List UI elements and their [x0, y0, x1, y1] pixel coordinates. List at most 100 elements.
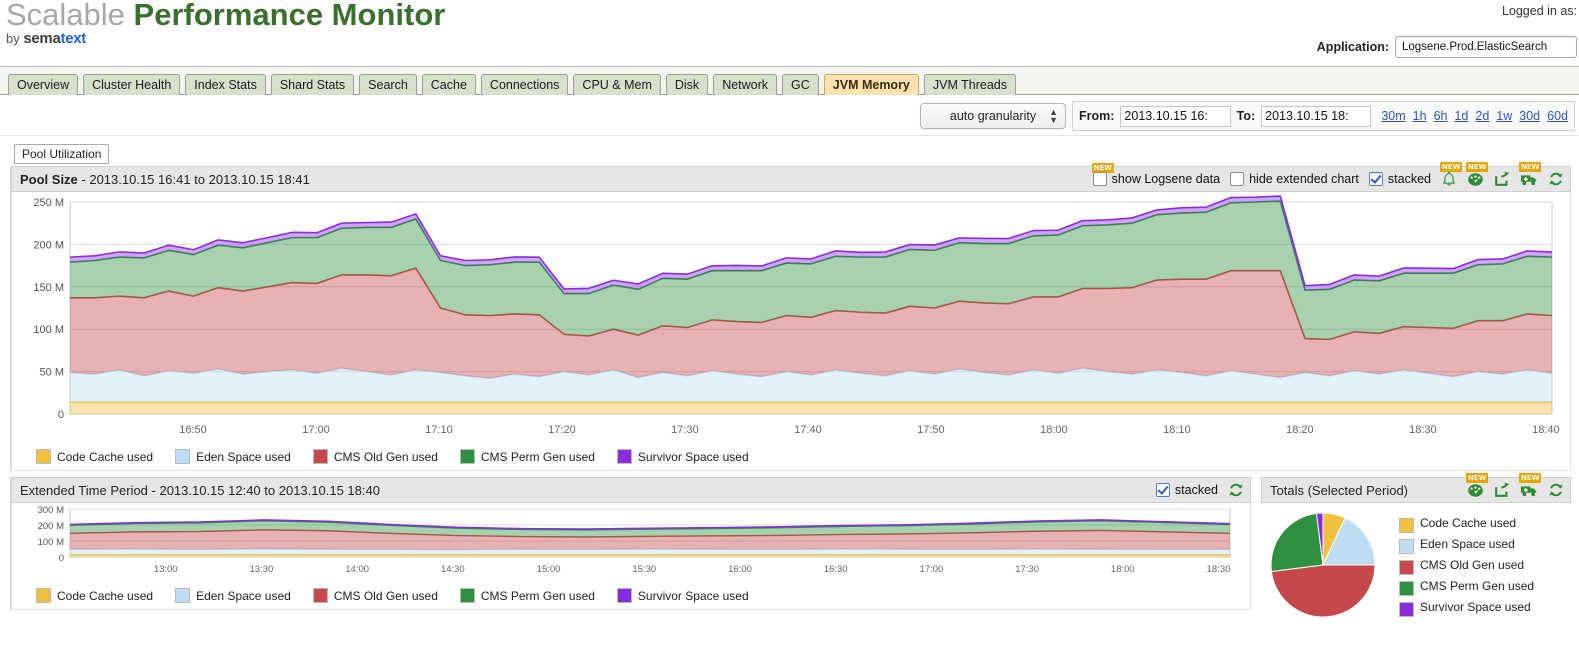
legend-label: Survivor Space used: [637, 588, 749, 603]
pool-size-title-range: - 2013.10.15 16:41 to 2013.10.15 18:41: [77, 171, 310, 187]
tab-network[interactable]: Network: [713, 74, 778, 95]
pool-size-title: Pool Size - 2013.10.15 16:41 to 2013.10.…: [20, 172, 310, 187]
stacked-checkbox[interactable]: stacked: [1368, 172, 1431, 186]
legend-swatch: [36, 588, 51, 603]
main-legend-item[interactable]: Survivor Space used: [616, 449, 749, 464]
pool-size-legend: Code Cache used Eden Space used CMS Old Ge…: [12, 443, 1570, 470]
tab-cpu-mem[interactable]: CPU & Mem: [573, 74, 661, 95]
quick-range-1d[interactable]: 1d: [1454, 109, 1468, 123]
legend-label: CMS Old Gen used: [1420, 558, 1525, 572]
extended-chart[interactable]: 0 100 M 200 M 300 M 13:00 13:30 14:00 14:30 15:0…: [12, 503, 1240, 579]
refresh-button[interactable]: [1548, 171, 1564, 187]
totals-panel-controls: NEW NEW: [1466, 473, 1564, 498]
y-axis-tick: 100 M: [38, 537, 64, 548]
x-axis-tick: 17:50: [917, 424, 945, 436]
y-axis-tick: 50 M: [40, 367, 64, 379]
tab-gc[interactable]: GC: [782, 74, 819, 95]
totals-panel: Totals (Selected Period) NEW NEW Code Ca…: [1261, 473, 1571, 627]
time-toolbar: auto granularity ▲ ▼ From: 2013.10.15 16:…: [0, 95, 1579, 136]
main-legend-item[interactable]: CMS Old Gen used: [312, 449, 438, 464]
extended-legend-item[interactable]: Code Cache used: [36, 588, 153, 603]
totals-pie-chart[interactable]: [1261, 509, 1389, 627]
tab-cache[interactable]: Cache: [421, 74, 476, 95]
quick-range-links: 30m 1h 6h 1d 2d 1w 30d 60d: [1381, 109, 1568, 123]
application-input[interactable]: Logsene.Prod.ElasticSearch: [1395, 36, 1577, 58]
tab-overview[interactable]: Overview: [8, 74, 79, 95]
quick-range-30m[interactable]: 30m: [1381, 109, 1405, 123]
subtab-pool-utilization[interactable]: Pool Utilization: [14, 144, 110, 164]
gauge-icon: [1468, 173, 1483, 186]
main-legend-item[interactable]: CMS Perm Gen used: [459, 449, 595, 464]
pie-legend-item[interactable]: Eden Space used: [1399, 538, 1534, 554]
alert-button[interactable]: NEW: [1440, 162, 1463, 187]
pie-slice[interactable]: [1270, 564, 1376, 618]
quick-range-60d[interactable]: 60d: [1547, 109, 1568, 123]
granularity-select[interactable]: auto granularity ▲ ▼: [920, 103, 1066, 129]
tab-index-stats[interactable]: Index Stats: [185, 74, 266, 95]
quick-range-2d[interactable]: 2d: [1475, 109, 1489, 123]
anomaly-ambulance-button[interactable]: NEW: [1519, 162, 1542, 187]
tab-shard-stats[interactable]: Shard Stats: [270, 74, 355, 95]
dashboard-gauge-button[interactable]: NEW: [1466, 162, 1489, 187]
from-input[interactable]: 2013.10.15 16:: [1120, 105, 1231, 127]
totals-body: Code Cache used Eden Space used CMS Old Ge…: [1261, 503, 1571, 627]
pie-legend-item[interactable]: CMS Old Gen used: [1399, 559, 1534, 575]
x-axis-tick: 17:30: [1015, 564, 1039, 575]
pie-slice[interactable]: [1270, 512, 1324, 573]
extended-legend-item[interactable]: Survivor Space used: [616, 588, 749, 603]
x-axis-tick: 18:40: [1532, 424, 1560, 436]
chevron-updown-icon: ▲ ▼: [1049, 107, 1058, 125]
legend-swatch: [459, 449, 475, 464]
tab-search[interactable]: Search: [359, 74, 417, 95]
y-axis-tick: 150 M: [33, 282, 64, 294]
hide-extended-chart-label: hide extended chart: [1249, 172, 1359, 186]
tab-disk[interactable]: Disk: [665, 74, 709, 95]
extended-stacked-checkbox[interactable]: stacked: [1155, 483, 1218, 497]
totals-gauge-button[interactable]: NEW: [1466, 473, 1489, 498]
main-legend-item[interactable]: Eden Space used: [175, 449, 291, 464]
quick-range-6h[interactable]: 6h: [1434, 109, 1448, 123]
refresh-icon: [1229, 483, 1243, 497]
y-axis-tick: 250 M: [33, 197, 64, 209]
from-label: From:: [1079, 109, 1115, 123]
pool-size-panel-header: Pool Size - 2013.10.15 16:41 to 2013.10.…: [11, 162, 1571, 192]
pie-legend-item[interactable]: Code Cache used: [1399, 517, 1534, 533]
legend-label: Code Cache used: [57, 449, 154, 464]
totals-share-button[interactable]: [1494, 482, 1510, 498]
totals-refresh-button[interactable]: [1548, 482, 1564, 498]
app-logo: Scalable Performance Monitor by sematext: [6, 0, 445, 47]
logo-sema: sema: [23, 30, 61, 47]
y-axis-tick: 200 M: [33, 239, 64, 251]
quick-range-1w[interactable]: 1w: [1496, 109, 1512, 123]
legend-label: Survivor Space used: [637, 449, 749, 464]
quick-range-30d[interactable]: 30d: [1519, 109, 1540, 123]
legend-label: CMS Perm Gen used: [480, 449, 595, 464]
tab-jvm-memory[interactable]: JVM Memory: [823, 74, 919, 95]
x-axis-tick: 15:00: [537, 564, 561, 575]
tab-cluster-health[interactable]: Cluster Health: [83, 74, 181, 95]
pool-size-chart[interactable]: 0 50 M 100 M 150 M 200 M 250 M 16:50 17:00 17:10…: [12, 192, 1564, 440]
extended-legend-item[interactable]: CMS Old Gen used: [312, 588, 438, 603]
legend-label: Survivor Space used: [1420, 600, 1531, 614]
tab-jvm-threads[interactable]: JVM Threads: [923, 74, 1016, 95]
legend-swatch: [616, 449, 632, 464]
show-logsene-checkbox[interactable]: show Logsene data: [1092, 172, 1220, 186]
hide-extended-chart-checkbox[interactable]: hide extended chart: [1230, 172, 1359, 186]
extended-legend-item[interactable]: Eden Space used: [175, 588, 291, 603]
totals-ambulance-button[interactable]: NEW: [1519, 473, 1542, 498]
share-button[interactable]: [1494, 171, 1510, 187]
extended-legend-item[interactable]: CMS Perm Gen used: [459, 588, 595, 603]
to-input[interactable]: 2013.10.15 18:: [1261, 105, 1372, 127]
main-legend-item[interactable]: Code Cache used: [36, 449, 153, 464]
legend-label: CMS Old Gen used: [333, 588, 438, 603]
tab-connections[interactable]: Connections: [480, 74, 569, 95]
extended-refresh-button[interactable]: [1228, 482, 1244, 498]
totals-panel-title: Totals (Selected Period): [1270, 482, 1409, 498]
x-axis-tick: 17:20: [548, 424, 576, 436]
quick-range-1h[interactable]: 1h: [1413, 109, 1427, 123]
pie-legend-item[interactable]: CMS Perm Gen used: [1399, 580, 1534, 596]
x-axis-tick: 13:00: [154, 564, 178, 575]
checkbox-box: [1092, 172, 1107, 186]
refresh-icon: [1549, 483, 1563, 497]
pie-legend-item[interactable]: Survivor Space used: [1399, 601, 1534, 617]
